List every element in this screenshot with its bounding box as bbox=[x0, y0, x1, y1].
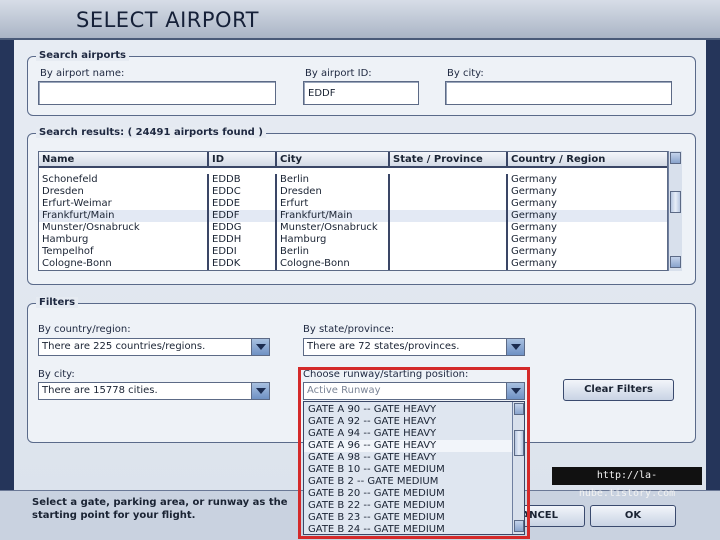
table-cell: Frankfurt/Main bbox=[39, 210, 209, 222]
state-filter-value: There are 72 states/provinces. bbox=[307, 341, 460, 352]
table-cell: Germany bbox=[511, 258, 557, 269]
scroll-up-icon[interactable] bbox=[670, 152, 681, 164]
city-filter-select[interactable]: There are 15778 cities. bbox=[38, 382, 270, 400]
results-scrollbar[interactable] bbox=[668, 151, 682, 271]
table-row[interactable]: Frankfurt/Main EDDF Frankfurt/Main Germany bbox=[39, 210, 667, 222]
table-cell: EDDC bbox=[209, 186, 277, 198]
city-search-label: By city: bbox=[447, 68, 484, 79]
table-cell bbox=[390, 222, 508, 234]
table-cell bbox=[390, 258, 508, 270]
table-cell bbox=[390, 210, 508, 222]
left-frame bbox=[0, 40, 14, 495]
table-cell: EDDI bbox=[209, 246, 277, 258]
table-cell bbox=[390, 198, 508, 210]
column-header-city[interactable]: City bbox=[277, 152, 390, 168]
airport-id-input[interactable] bbox=[303, 81, 419, 105]
table-cell: Frankfurt/Main bbox=[277, 210, 390, 222]
table-cell: EDDG bbox=[209, 222, 277, 234]
highlight-box bbox=[298, 367, 530, 539]
table-cell: Germany bbox=[511, 210, 557, 221]
table-cell: Hamburg bbox=[277, 234, 390, 246]
city-search-input[interactable] bbox=[445, 81, 672, 105]
country-filter-select[interactable]: There are 225 countries/regions. bbox=[38, 338, 270, 356]
city-filter-value: There are 15778 cities. bbox=[42, 385, 158, 396]
city-filter-label: By city: bbox=[38, 369, 75, 380]
table-cell: Munster/Osnabruck bbox=[39, 222, 209, 234]
table-cell: Cologne-Bonn bbox=[39, 258, 209, 270]
table-cell: EDDK bbox=[209, 258, 277, 270]
table-cell: Berlin bbox=[277, 246, 390, 258]
table-cell: Germany bbox=[511, 198, 557, 209]
table-cell bbox=[390, 186, 508, 198]
results-table-header: Name ID City State / Province Country / … bbox=[39, 152, 667, 168]
table-row[interactable]: Cologne-Bonn EDDK Cologne-Bonn Germany bbox=[39, 258, 667, 270]
table-cell: Germany bbox=[511, 234, 557, 245]
scroll-down-icon[interactable] bbox=[670, 256, 681, 268]
column-header-state[interactable]: State / Province bbox=[390, 152, 508, 168]
title-bar: SELECT AIRPORT bbox=[0, 0, 720, 40]
table-cell: Germany bbox=[511, 222, 557, 233]
table-row[interactable]: Tempelhof EDDI Berlin Germany bbox=[39, 246, 667, 258]
footer-help-text: Select a gate, parking area, or runway a… bbox=[32, 497, 288, 521]
table-cell: EDDB bbox=[209, 174, 277, 186]
state-filter-select[interactable]: There are 72 states/provinces. bbox=[303, 338, 525, 356]
airport-name-input[interactable] bbox=[38, 81, 276, 105]
scroll-thumb[interactable] bbox=[670, 191, 681, 213]
watermark-label: http://la-nube.tistory.com bbox=[552, 467, 702, 499]
table-cell bbox=[390, 234, 508, 246]
column-header-name[interactable]: Name bbox=[39, 152, 209, 168]
table-row[interactable]: Hamburg EDDH Hamburg Germany bbox=[39, 234, 667, 246]
country-filter-value: There are 225 countries/regions. bbox=[42, 341, 206, 352]
column-header-id[interactable]: ID bbox=[209, 152, 277, 168]
table-cell bbox=[390, 246, 508, 258]
table-row[interactable]: Dresden EDDC Dresden Germany bbox=[39, 186, 667, 198]
table-cell: Dresden bbox=[39, 186, 209, 198]
country-filter-label: By country/region: bbox=[38, 324, 131, 335]
column-header-country[interactable]: Country / Region bbox=[508, 152, 667, 168]
clear-filters-button[interactable]: Clear Filters bbox=[563, 379, 674, 401]
airport-name-label: By airport name: bbox=[40, 68, 125, 79]
table-row[interactable]: Schonefeld EDDB Berlin Germany bbox=[39, 174, 667, 186]
chevron-down-icon[interactable] bbox=[506, 339, 524, 355]
table-cell bbox=[390, 174, 508, 186]
table-cell: Erfurt-Weimar bbox=[39, 198, 209, 210]
results-table[interactable]: Name ID City State / Province Country / … bbox=[38, 151, 668, 271]
table-cell: Munster/Osnabruck bbox=[277, 222, 390, 234]
table-cell: Germany bbox=[511, 186, 557, 197]
table-cell: EDDE bbox=[209, 198, 277, 210]
window-title: SELECT AIRPORT bbox=[76, 8, 259, 32]
table-cell: EDDF bbox=[209, 210, 277, 222]
table-cell: Germany bbox=[511, 174, 557, 185]
table-cell: Cologne-Bonn bbox=[277, 258, 390, 270]
right-frame bbox=[706, 40, 720, 495]
table-cell: Dresden bbox=[277, 186, 390, 198]
table-cell: Germany bbox=[511, 246, 557, 257]
results-group-label: Search results: ( 24491 airports found ) bbox=[36, 127, 266, 138]
chevron-down-icon[interactable] bbox=[251, 339, 269, 355]
table-cell: Tempelhof bbox=[39, 246, 209, 258]
state-filter-label: By state/province: bbox=[303, 324, 395, 335]
table-cell: Erfurt bbox=[277, 198, 390, 210]
airport-id-label: By airport ID: bbox=[305, 68, 372, 79]
chevron-down-icon[interactable] bbox=[251, 383, 269, 399]
table-cell: Berlin bbox=[277, 174, 390, 186]
filters-group-label: Filters bbox=[36, 297, 79, 308]
table-cell: Schonefeld bbox=[39, 174, 209, 186]
search-group-label: Search airports bbox=[36, 50, 129, 61]
table-row[interactable]: Erfurt-Weimar EDDE Erfurt Germany bbox=[39, 198, 667, 210]
table-cell: Hamburg bbox=[39, 234, 209, 246]
table-cell: EDDH bbox=[209, 234, 277, 246]
table-row[interactable]: Munster/Osnabruck EDDG Munster/Osnabruck Ge… bbox=[39, 222, 667, 234]
ok-button[interactable]: OK bbox=[590, 505, 676, 527]
